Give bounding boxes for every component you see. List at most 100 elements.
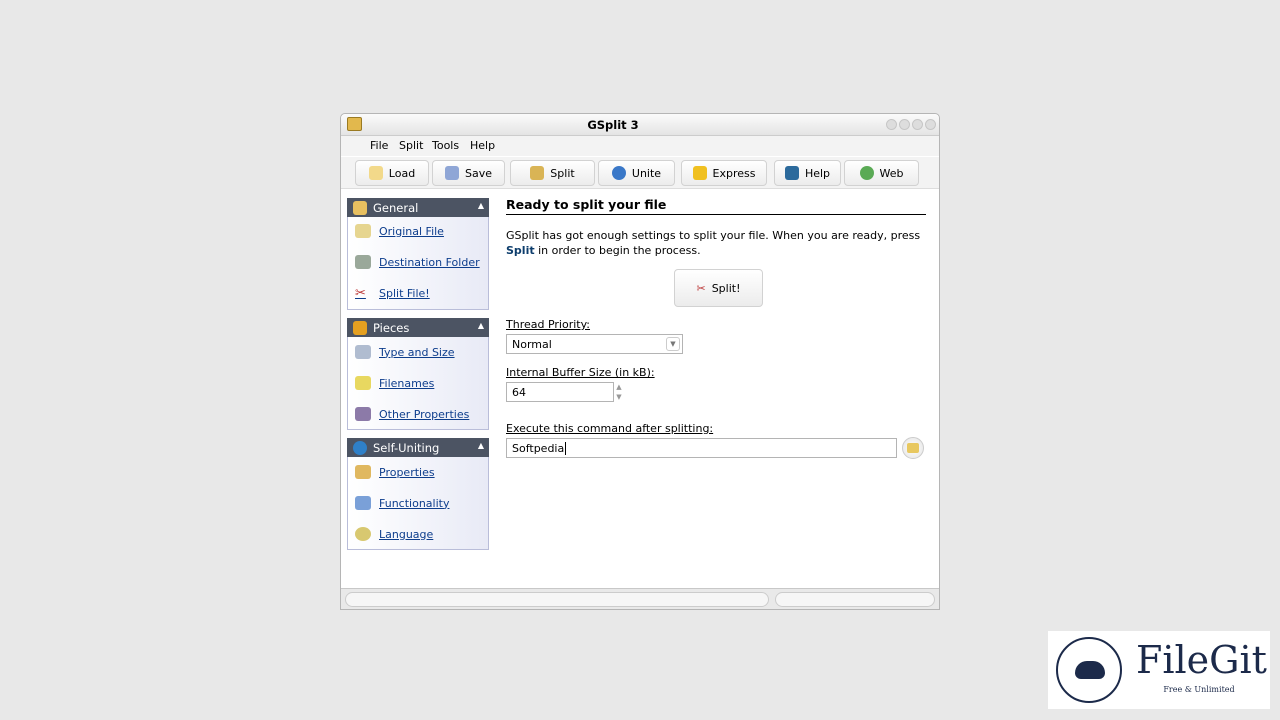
split-icon: [530, 166, 545, 180]
menu-help[interactable]: Help: [470, 139, 495, 152]
filegit-logo-icon: [1056, 637, 1122, 703]
link-filenames[interactable]: Filenames: [355, 376, 434, 390]
save-button[interactable]: Save: [432, 160, 505, 186]
window-title: GSplit 3: [587, 118, 639, 132]
link-functionality[interactable]: Functionality: [355, 496, 449, 510]
link-properties[interactable]: Properties: [355, 465, 435, 479]
status-pane-left: [345, 592, 769, 607]
self-uniting-icon: [353, 440, 367, 455]
general-panel-header[interactable]: General ▲: [347, 198, 489, 217]
type-size-label: Type and Size: [379, 345, 455, 359]
express-label: Express: [712, 166, 756, 180]
filegit-watermark: FileGit Free & Unlimited: [1048, 631, 1270, 709]
language-label: Language: [379, 527, 434, 541]
pieces-title: Pieces: [373, 320, 410, 335]
status-pane-right: [775, 592, 935, 607]
general-title: General: [373, 200, 419, 215]
buffer-size-label: Internal Buffer Size (in kB):: [506, 366, 655, 379]
command-label: Execute this command after splitting:: [506, 422, 714, 435]
link-language[interactable]: Language: [355, 527, 433, 541]
split-label: Split: [550, 166, 575, 180]
buffer-size-spinner[interactable]: ▲ ▼: [613, 382, 625, 402]
command-value: Softpedia: [512, 442, 565, 455]
description-text: GSplit has got enough settings to split …: [506, 229, 921, 242]
thread-priority-select[interactable]: Normal ▼: [506, 334, 683, 354]
filegit-name: FileGit: [1136, 638, 1267, 682]
buffer-size-input[interactable]: 64: [506, 382, 614, 402]
type-size-icon: [355, 345, 371, 359]
load-icon: [368, 166, 383, 180]
language-icon: [355, 527, 371, 541]
express-icon: [692, 166, 707, 180]
description: GSplit has got enough settings to split …: [506, 228, 928, 258]
web-label: Web: [879, 166, 904, 180]
collapse-icon[interactable]: ▲: [478, 321, 484, 330]
collapse-icon[interactable]: ▲: [478, 441, 484, 450]
destination-folder-icon: [355, 255, 371, 269]
link-type-and-size[interactable]: Type and Size: [355, 345, 455, 359]
link-split-file[interactable]: ✂ Split File!: [355, 286, 430, 301]
other-properties-label: Other Properties: [379, 407, 470, 421]
split-now-button[interactable]: ✂ Split!: [674, 269, 763, 307]
self-uniting-panel-header[interactable]: Self-Uniting ▲: [347, 438, 489, 457]
split-now-label: Split!: [711, 281, 741, 295]
browse-button[interactable]: [902, 437, 924, 459]
menu-tools[interactable]: Tools: [432, 139, 459, 152]
help-button[interactable]: Help: [774, 160, 841, 186]
help-label: Help: [804, 166, 831, 180]
menu-split[interactable]: Split: [399, 139, 423, 152]
functionality-label: Functionality: [379, 496, 450, 510]
scissors-icon: ✂: [355, 286, 366, 301]
menu-bar: [341, 136, 939, 156]
filenames-icon: [355, 376, 371, 390]
scissors-icon: ✂: [696, 281, 706, 295]
general-icon: [353, 200, 367, 215]
status-bar: [341, 588, 939, 609]
description-text-end: in order to begin the process.: [534, 244, 701, 257]
description-bold: Split: [506, 244, 535, 257]
collapse-icon[interactable]: ▲: [478, 201, 484, 210]
close-button[interactable]: [925, 119, 936, 130]
folder-icon: [907, 443, 919, 453]
self-uniting-title: Self-Uniting: [373, 440, 440, 455]
properties-icon: [355, 465, 371, 479]
restore-button[interactable]: [899, 119, 910, 130]
text-cursor: [565, 442, 567, 455]
menu-file[interactable]: File: [370, 139, 388, 152]
save-label: Save: [464, 166, 492, 180]
link-original-file[interactable]: Original File: [355, 224, 444, 238]
load-button[interactable]: Load: [355, 160, 429, 186]
maximize-button[interactable]: [912, 119, 923, 130]
express-button[interactable]: Express: [681, 160, 767, 186]
unite-label: Unite: [631, 166, 662, 180]
gsplit-window: GSplit 3 File Split Tools Help Load Save…: [340, 113, 940, 610]
filegit-tagline: Free & Unlimited: [1163, 685, 1235, 694]
link-destination-folder[interactable]: Destination Folder: [355, 255, 480, 269]
help-book-icon: [784, 166, 799, 180]
properties-label: Properties: [379, 465, 435, 479]
split-file-label: Split File!: [379, 286, 430, 300]
title-bar: GSplit 3: [341, 114, 939, 136]
other-properties-icon: [355, 407, 371, 421]
link-other-properties[interactable]: Other Properties: [355, 407, 469, 421]
destination-folder-label: Destination Folder: [379, 255, 480, 269]
original-file-label: Original File: [379, 224, 444, 238]
page-heading: Ready to split your file: [506, 197, 926, 215]
command-input[interactable]: Softpedia: [506, 438, 897, 458]
thread-priority-value: Normal: [512, 338, 552, 351]
thread-priority-label: Thread Priority:: [506, 318, 591, 331]
chevron-down-icon[interactable]: ▼: [666, 337, 680, 351]
minimize-button[interactable]: [886, 119, 897, 130]
web-button[interactable]: Web: [844, 160, 919, 186]
globe-icon: [859, 166, 874, 180]
pieces-panel-header[interactable]: Pieces ▲: [347, 318, 489, 337]
unite-icon: [611, 166, 626, 180]
split-button[interactable]: Split: [510, 160, 595, 186]
unite-button[interactable]: Unite: [598, 160, 675, 186]
filenames-label: Filenames: [379, 376, 435, 390]
load-label: Load: [388, 166, 416, 180]
original-file-icon: [355, 224, 371, 238]
functionality-icon: [355, 496, 371, 510]
pieces-icon: [353, 320, 367, 335]
save-icon: [444, 166, 459, 180]
